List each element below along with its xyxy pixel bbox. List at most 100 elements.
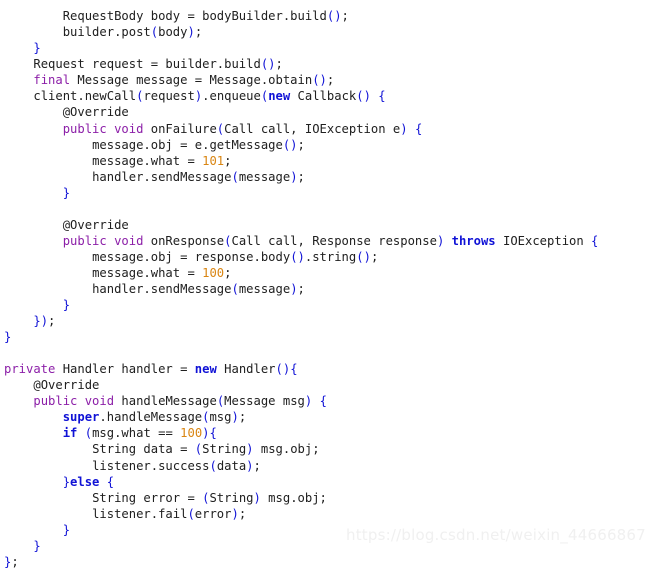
code-token: ; (238, 410, 247, 425)
code-line: }else { (4, 474, 598, 490)
code-line: String data = (String) msg.obj; (4, 441, 598, 457)
code-token: public void (33, 394, 115, 409)
code-token: () (282, 137, 298, 152)
code-line: Request request = builder.build(); (4, 56, 598, 72)
code-token: ) (231, 506, 239, 521)
code-token: public void (62, 233, 144, 248)
code-token: ; (297, 137, 305, 152)
code-line: builder.post(body); (4, 24, 598, 40)
code-line: RequestBody body = bodyBuilder.build(); (4, 8, 598, 24)
code-token: msg (209, 410, 232, 425)
code-line: client.newCall(request).enqueue(new Call… (4, 88, 598, 104)
code-token: } (33, 538, 41, 553)
code-token: () (290, 249, 305, 264)
code-token: }) (33, 314, 49, 329)
code-token: ; (253, 458, 261, 473)
code-token: { (378, 89, 386, 104)
code-token: Message message = Message.obtain (70, 73, 313, 88)
code-token: message (238, 281, 291, 296)
code-token: onResponse (143, 233, 225, 248)
code-token: ; (224, 265, 232, 280)
code-line: @Override (4, 104, 598, 120)
code-token: } (62, 474, 71, 489)
code-token: @Override (33, 378, 100, 393)
code-token: .enqueue (202, 89, 261, 104)
code-token: ( (84, 426, 93, 441)
code-token: () (356, 89, 371, 104)
java-source-code[interactable]: RequestBody body = bodyBuilder.build(); … (4, 8, 598, 570)
code-token: Message msg (224, 394, 305, 409)
code-token: ) (290, 169, 298, 184)
code-token: public void (62, 121, 144, 136)
code-line: String error = (String) msg.obj; (4, 490, 598, 506)
code-token: 100 (180, 426, 203, 441)
code-token: } (62, 522, 71, 537)
code-token: ( (187, 506, 195, 521)
code-token: ) (400, 121, 408, 136)
code-token: } (62, 298, 71, 313)
code-token: { (106, 474, 115, 489)
code-token: () (326, 9, 342, 24)
code-line: message.what = 100; (4, 265, 598, 281)
code-line: } (4, 40, 598, 56)
code-token: ; (341, 9, 349, 24)
code-line: message.what = 101; (4, 153, 598, 169)
code-token: () (275, 362, 291, 377)
code-token: ; (370, 249, 379, 264)
code-token: ) (231, 410, 239, 425)
code-token: message (238, 169, 291, 184)
code-token: ) (290, 281, 298, 296)
code-line: handler.sendMessage(message); (4, 281, 598, 297)
code-token: message.obj = e.getMessage (92, 137, 283, 152)
code-token: ) (246, 458, 254, 473)
code-token: ( (231, 281, 239, 296)
code-line: if (msg.what == 100){ (4, 425, 598, 441)
code-line: super.handleMessage(msg); (4, 409, 598, 425)
code-token: ; (275, 57, 283, 72)
code-token: handler.sendMessage (92, 281, 232, 296)
code-token: ( (209, 458, 217, 473)
code-token: msg.what == (92, 426, 181, 441)
code-token: ) (246, 442, 254, 457)
code-token: private (4, 362, 56, 377)
code-token: ; (48, 314, 56, 329)
code-line: private Handler handler = new Handler(){ (4, 361, 598, 377)
code-token: data (216, 458, 247, 473)
code-line: listener.fail(error); (4, 506, 598, 522)
code-token: ) (202, 426, 210, 441)
code-token: ( (231, 169, 239, 184)
code-snippet-surface: RequestBody body = bodyBuilder.build(); … (0, 0, 652, 569)
code-token: { (414, 121, 423, 136)
code-token: final (33, 73, 71, 88)
code-token: { (209, 426, 217, 441)
code-line: handler.sendMessage(message); (4, 169, 598, 185)
code-token: Handler (216, 362, 276, 377)
code-token: message.obj = response.body (92, 249, 291, 264)
code-token: client.newCall (33, 89, 137, 104)
code-line: public void onResponse(Call call, Respon… (4, 233, 599, 249)
code-token: throws (451, 233, 496, 248)
code-token: ; (297, 281, 305, 296)
code-token: request (143, 89, 195, 104)
code-line: public void onFailure(Call call, IOExcep… (4, 121, 598, 137)
code-line: } (4, 297, 598, 313)
